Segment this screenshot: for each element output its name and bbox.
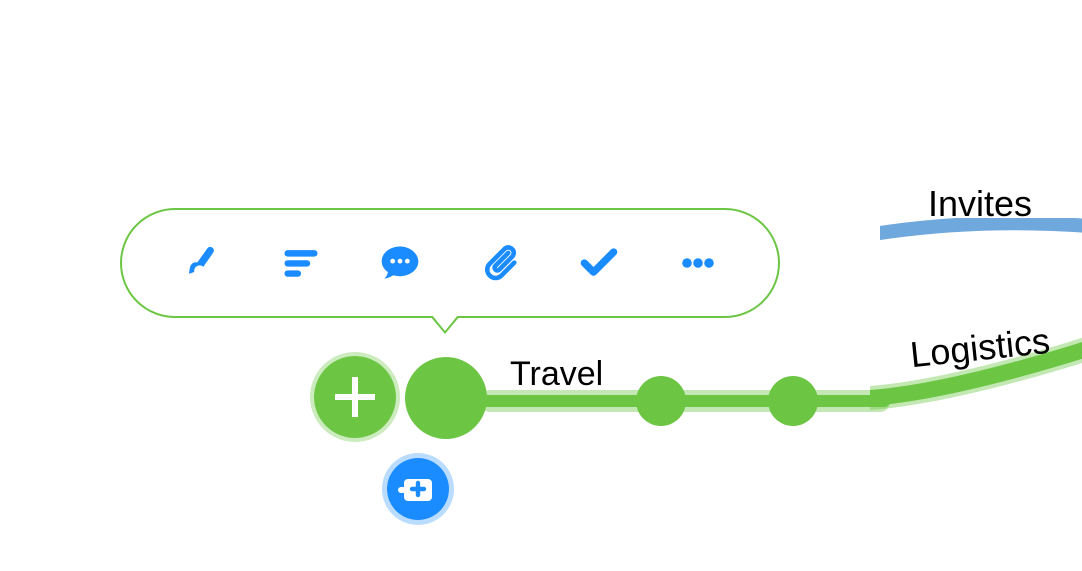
- task-icon[interactable]: [575, 239, 623, 287]
- notes-icon[interactable]: [277, 239, 325, 287]
- selected-node[interactable]: [405, 357, 487, 439]
- attach-icon[interactable]: [476, 239, 524, 287]
- add-media-button[interactable]: [382, 453, 454, 525]
- child-node-1[interactable]: [636, 376, 686, 426]
- more-icon[interactable]: [674, 239, 722, 287]
- toolbar-pointer-inner: [432, 315, 458, 331]
- comment-icon[interactable]: [376, 239, 424, 287]
- node-label-travel[interactable]: Travel: [510, 355, 603, 394]
- style-icon[interactable]: [178, 239, 226, 287]
- invites-connector: [880, 218, 1082, 248]
- node-toolbar: [120, 208, 780, 318]
- child-node-2[interactable]: [768, 376, 818, 426]
- add-node-button[interactable]: [310, 352, 400, 442]
